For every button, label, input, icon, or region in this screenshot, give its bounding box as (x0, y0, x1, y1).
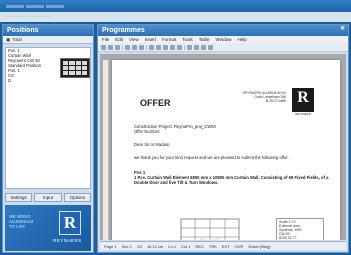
status-pages: 1/2 (136, 243, 143, 249)
toolbar-separator (146, 44, 147, 50)
paste-icon[interactable] (163, 44, 168, 50)
brand-tagline: WE BRING ALUMINIUM TO LIFE (9, 214, 33, 229)
status-column: Col 1 (181, 243, 191, 249)
position-thumbnail[interactable] (60, 58, 90, 78)
menubar-decor: · · · · · · · · · · · · · · · · · · · (4, 14, 50, 19)
menu-help[interactable]: Help (238, 37, 247, 42)
options-button[interactable]: Options (63, 193, 91, 202)
save-icon[interactable] (115, 44, 120, 50)
programmes-window: Programmes ✕ File Edit View Insert Forma… (97, 24, 349, 253)
new-icon[interactable] (101, 44, 106, 50)
document-menubar: File Edit View Insert Format Tools Table… (98, 36, 348, 43)
redo-icon[interactable] (177, 44, 182, 50)
vertical-ruler (103, 60, 109, 240)
columns-icon[interactable] (194, 44, 199, 50)
status-rec[interactable]: REC (195, 244, 203, 249)
offer-title: OFFER (140, 98, 171, 108)
settings-button[interactable]: Settings (5, 193, 33, 202)
menu-tools[interactable]: Tools (182, 37, 193, 42)
status-line: Ln 1 (168, 243, 177, 249)
app-titlebar (0, 0, 351, 12)
tree-item[interactable]: D (6, 78, 90, 83)
menu-view[interactable]: View (129, 37, 139, 42)
offer-number: Offer Number: (134, 129, 161, 134)
document-page[interactable]: OFFER REYNAERS ALUMINIUM NV Oude Lierseb… (112, 60, 340, 240)
menu-window[interactable]: Window (216, 37, 232, 42)
titlebar-decor (6, 4, 64, 8)
menu-edit[interactable]: Edit (115, 37, 123, 42)
programmes-title: Programmes ✕ (98, 25, 348, 36)
total-label: Total (12, 37, 22, 42)
positions-tree[interactable]: Pos. 1 Curtain Wall Reynaers CW 50 Stand… (5, 47, 91, 189)
print-icon[interactable] (125, 44, 130, 50)
copy-icon[interactable] (156, 44, 161, 50)
menu-format[interactable]: Format (162, 37, 176, 42)
close-icon[interactable]: ✕ (340, 26, 345, 32)
curtain-wall-drawing (180, 218, 240, 240)
positions-buttons: Settings Input Options (5, 193, 91, 202)
input-button[interactable]: Input (34, 193, 62, 202)
status-language: Dutch (Belg) (248, 243, 271, 249)
positions-panel-title: Positions (3, 25, 93, 36)
scale-info-box: Scale 1:70 External view Systems: W50 CW… (276, 218, 324, 240)
status-ovr[interactable]: OVR (235, 244, 244, 249)
open-icon[interactable] (108, 44, 113, 50)
status-trk[interactable]: TRK (209, 244, 217, 249)
thanks-line: we thank you for your kind request and w… (134, 155, 289, 160)
cut-icon[interactable] (149, 44, 154, 50)
document-statusbar: Page 1 Sec 1 1/2 At 12 cm Ln 1 Col 1 REC… (100, 241, 346, 250)
menu-insert[interactable]: Insert (145, 37, 156, 42)
toolbar-separator (184, 44, 185, 50)
status-ext[interactable]: EXT (222, 244, 230, 249)
address-line: B-2570 Duffel (265, 99, 286, 103)
scale-line: 8105.00 77 (279, 236, 297, 240)
window-title: Programmes (102, 27, 145, 34)
toolbar-separator (122, 44, 123, 50)
preview-icon[interactable] (132, 44, 137, 50)
menu-file[interactable]: File (102, 37, 109, 42)
app-menubar: · · · · · · · · · · · · · · · · · · · (0, 12, 351, 22)
positions-panel: Positions ▣ Total Pos. 1 Curtain Wall Re… (2, 24, 94, 253)
table-icon[interactable] (187, 44, 192, 50)
menu-table[interactable]: Table (199, 37, 210, 42)
brand-banner: WE BRING ALUMINIUM TO LIFE R REYNAERS (5, 205, 91, 251)
salutation: Dear Sir or Madam, (134, 142, 171, 147)
brand-logo: R (59, 211, 81, 235)
company-address: REYNAERS ALUMINIUM NV Oude Liersebaan 26… (240, 91, 286, 103)
company-logo-name: REYNAERS (295, 112, 311, 116)
position-description: 1 Pcs. Curtain Wall Element 6800 mm x 10… (134, 175, 329, 185)
help-icon[interactable] (208, 44, 213, 50)
brand-name: REYNAERS (53, 238, 82, 243)
positions-toolbar: ▣ Total (3, 36, 93, 44)
spell-icon[interactable] (139, 44, 144, 50)
status-section: Sec 1 (121, 243, 132, 249)
collapse-icon[interactable]: ▣ (6, 37, 10, 43)
tagline-line: TO LIFE (9, 224, 26, 229)
undo-icon[interactable] (170, 44, 175, 50)
company-logo: R (292, 88, 314, 112)
status-page: Page 1 (104, 243, 117, 249)
status-position: At 12 cm (147, 243, 164, 249)
zoom-icon[interactable] (201, 44, 206, 50)
document-area[interactable]: OFFER REYNAERS ALUMINIUM NV Oude Lierseb… (100, 54, 346, 240)
document-toolbar (98, 43, 348, 52)
